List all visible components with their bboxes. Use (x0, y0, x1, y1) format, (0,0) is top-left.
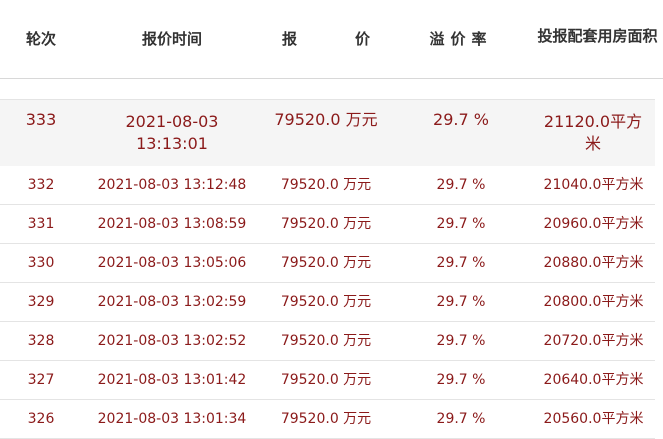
header-premium: 溢价率 (429, 30, 493, 48)
cell-round: 329 (27, 294, 55, 310)
cell-time: 2021-08-03 13:08:59 (97, 216, 247, 232)
cell-time: 2021-08-03 13:05:06 (97, 255, 247, 271)
cell-round: 330 (27, 255, 55, 271)
cell-round: 328 (27, 333, 55, 349)
table-row: 327 2021-08-03 13:01:42 79520.0 万元 29.7 … (0, 361, 655, 400)
cell-price: 79520.0 万元 (280, 255, 372, 271)
header-spacer (0, 79, 663, 99)
cell-price: 79520.0 万元 (280, 177, 372, 193)
cell-premium: 29.7 % (436, 177, 486, 193)
cell-price: 79520.0 万元 (280, 411, 372, 427)
cell-premium: 29.7 % (433, 110, 489, 129)
cell-round: 333 (25, 110, 57, 129)
cell-premium: 29.7 % (436, 255, 486, 271)
table-header: 轮次 报价时间 报 价 溢价率 投报配套用房面积 (0, 0, 663, 79)
cell-premium: 29.7 % (436, 216, 486, 232)
cell-premium: 29.7 % (436, 411, 486, 427)
table-row: 328 2021-08-03 13:02:52 79520.0 万元 29.7 … (0, 322, 655, 361)
cell-time: 2021-08-03 13:02:59 (97, 294, 247, 310)
cell-premium: 29.7 % (436, 372, 486, 388)
cell-area: 20800.0平方米 (543, 294, 644, 310)
header-price-part2: 价 (354, 30, 370, 48)
cell-round: 332 (27, 177, 55, 193)
cell-time: 2021-08-03 13:01:42 (97, 372, 247, 388)
table-row: 329 2021-08-03 13:02:59 79520.0 万元 29.7 … (0, 283, 655, 322)
header-time: 报价时间 (141, 30, 202, 48)
cell-price: 79520.0 万元 (280, 372, 372, 388)
cell-area: 20720.0平方米 (543, 333, 644, 349)
cell-area: 20960.0平方米 (543, 216, 644, 232)
table-row: 331 2021-08-03 13:08:59 79520.0 万元 29.7 … (0, 205, 655, 244)
cell-price: 79520.0 万元 (280, 294, 372, 310)
cell-round: 326 (27, 411, 55, 427)
cell-area: 21120.0平方米 (543, 112, 643, 153)
cell-premium: 29.7 % (436, 294, 486, 310)
header-price: 报 价 (262, 0, 390, 78)
table-row: 326 2021-08-03 13:01:34 79520.0 万元 29.7 … (0, 400, 655, 439)
header-price-part1: 报 (282, 30, 298, 48)
table-row-latest: 333 2021-08-03 13:13:01 79520.0 万元 29.7 … (0, 99, 655, 167)
cell-round: 331 (27, 216, 55, 232)
table-row: 330 2021-08-03 13:05:06 79520.0 万元 29.7 … (0, 244, 655, 283)
cell-premium: 29.7 % (436, 333, 486, 349)
cell-price: 79520.0 万元 (280, 216, 372, 232)
cell-round: 327 (27, 372, 55, 388)
cell-area: 20880.0平方米 (543, 255, 644, 271)
cell-time: 2021-08-03 13:02:52 (97, 333, 247, 349)
cell-time: 2021-08-03 13:13:01 (125, 112, 219, 153)
cell-area: 20640.0平方米 (543, 372, 644, 388)
cell-price: 79520.0 万元 (280, 333, 372, 349)
cell-area: 20560.0平方米 (543, 411, 644, 427)
bid-history-table: 轮次 报价时间 报 价 溢价率 投报配套用房面积 333 2021-08-03 … (0, 0, 663, 439)
cell-time: 2021-08-03 13:01:34 (97, 411, 247, 427)
cell-area: 21040.0平方米 (543, 177, 644, 193)
header-round: 轮次 (25, 30, 56, 48)
cell-price: 79520.0 万元 (274, 110, 378, 129)
cell-time: 2021-08-03 13:12:48 (97, 177, 247, 193)
header-area: 投报配套用房面积 (537, 27, 658, 45)
table-row: 332 2021-08-03 13:12:48 79520.0 万元 29.7 … (0, 166, 655, 205)
